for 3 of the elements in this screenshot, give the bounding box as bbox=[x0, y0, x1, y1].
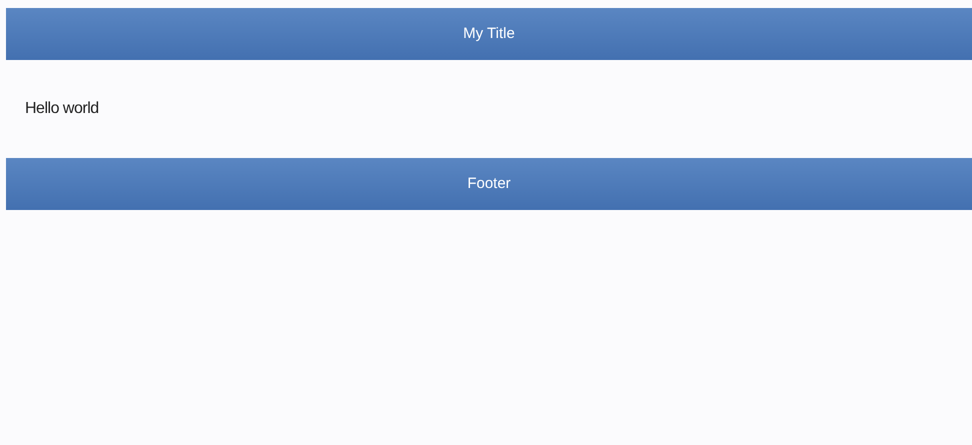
page-title: My Title bbox=[463, 24, 515, 44]
footer-text: Footer bbox=[467, 174, 511, 194]
content-text: Hello world bbox=[25, 99, 99, 119]
